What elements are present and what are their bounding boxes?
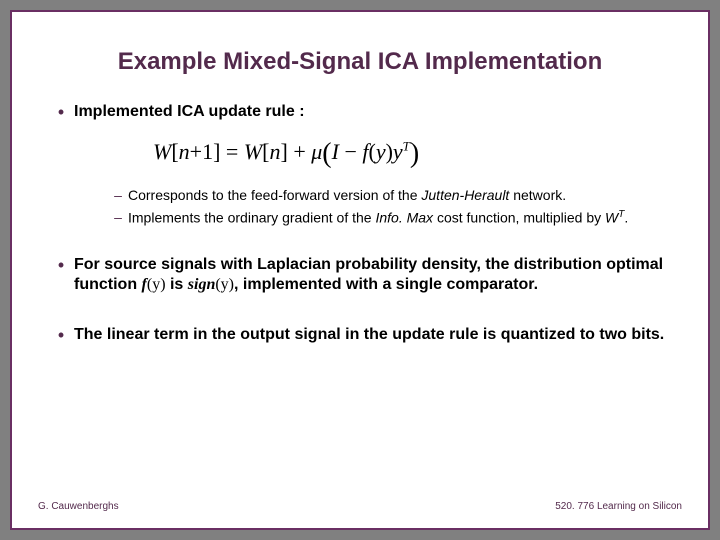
eq-y1: y (376, 139, 386, 164)
sub-2-text: Implements the ordinary gradient of the … (128, 208, 628, 227)
eq-br4: ] (280, 139, 287, 164)
sub-2-W: W (605, 209, 618, 225)
dash-icon: – (108, 208, 128, 226)
eq-paren-close: ) (410, 138, 419, 169)
eq-farg-open: ( (368, 139, 375, 164)
eq-y2: y (393, 139, 403, 164)
sub-2: – Implements the ordinary gradient of th… (108, 208, 672, 227)
sub-bullets: – Corresponds to the feed-forward versio… (108, 186, 672, 227)
bullet-1-text: Implemented ICA update rule : (74, 102, 305, 122)
b2-y2-wrap: (y) (215, 276, 234, 293)
sub-1a: Corresponds to the feed-forward version … (128, 187, 421, 203)
bullet-icon: • (48, 102, 74, 124)
eq-paren-open: ( (322, 138, 331, 169)
b2-mid: is (166, 276, 188, 293)
eq-plus2: + (288, 139, 311, 164)
slide-content: Example Mixed-Signal ICA Implementation … (18, 18, 702, 522)
eq-n1: n (179, 139, 190, 164)
dash-icon: – (108, 186, 128, 204)
bullet-2: • For source signals with Laplacian prob… (48, 255, 672, 295)
content-area: • Implemented ICA update rule : W[n+1] =… (18, 102, 702, 346)
eq-W1: W (153, 139, 171, 164)
bullet-2-text: For source signals with Laplacian probab… (74, 255, 672, 295)
eq-plus1: +1 (190, 139, 213, 164)
eq-br1: [ (171, 139, 178, 164)
footer-right: 520. 776 Learning on Silicon (555, 501, 682, 512)
sub-2-italic: Info. Max (375, 209, 433, 225)
bullet-1: • Implemented ICA update rule : (48, 102, 672, 124)
sub-1b: network. (509, 187, 566, 203)
eq-supT: T (403, 138, 410, 153)
eq-farg-close: ) (386, 139, 393, 164)
eq-n2: n (269, 139, 280, 164)
eq-W2: W (244, 139, 262, 164)
b2-sign: sign (188, 276, 216, 293)
slide-title: Example Mixed-Signal ICA Implementation (18, 48, 702, 76)
eq-I: I (332, 139, 339, 164)
eq-mu: μ (311, 139, 322, 164)
footer-left: G. Cauwenberghs (38, 501, 119, 512)
sub-2c: . (624, 209, 628, 225)
sub-2a: Implements the ordinary gradient of the (128, 209, 375, 225)
slide-frame: Example Mixed-Signal ICA Implementation … (10, 10, 710, 530)
bullet-icon: • (48, 325, 74, 347)
b2-y1-wrap: (y) (147, 276, 166, 293)
eq-eq: = (220, 139, 243, 164)
footer: G. Cauwenberghs 520. 776 Learning on Sil… (38, 501, 682, 512)
bullet-3-text: The linear term in the output signal in … (74, 325, 664, 345)
b2-post: , implemented with a single comparator. (234, 276, 538, 293)
sub-1-italic: Jutten-Herault (421, 187, 509, 203)
bullet-3: • The linear term in the output signal i… (48, 325, 672, 347)
bullet-icon: • (48, 255, 74, 277)
eq-minus: − (339, 139, 362, 164)
sub-1: – Corresponds to the feed-forward versio… (108, 186, 672, 204)
sub-2b: cost function, multiplied by (433, 209, 605, 225)
equation: W[n+1] = W[n] + μ(I − f(y)yT) (153, 138, 672, 170)
sub-1-text: Corresponds to the feed-forward version … (128, 186, 566, 204)
